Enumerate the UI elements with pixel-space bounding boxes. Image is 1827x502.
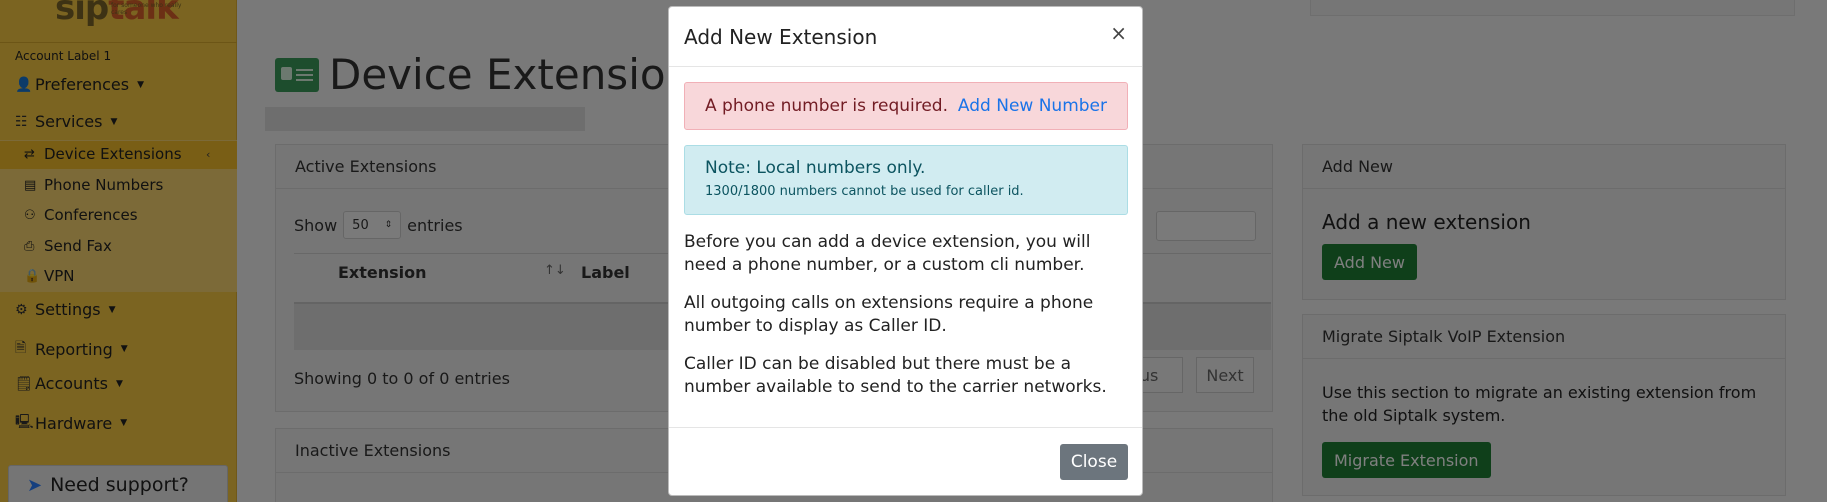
alert-info: Note: Local numbers only. 1300/1800 numb… — [684, 145, 1128, 215]
info-detail: 1300/1800 numbers cannot be used for cal… — [705, 184, 1024, 199]
modal-paragraph: Caller ID can be disabled but there must… — [684, 354, 1107, 397]
divider — [669, 427, 1142, 428]
add-extension-modal: Add New Extension × A phone number is re… — [668, 6, 1143, 496]
close-button[interactable]: Close — [1060, 444, 1128, 480]
modal-paragraph: All outgoing calls on extensions require… — [684, 293, 1094, 336]
alert-danger: A phone number is required. Add New Numb… — [684, 82, 1128, 130]
alert-text: A phone number is required. — [705, 96, 949, 116]
add-new-number-link[interactable]: Add New Number — [958, 96, 1107, 116]
modal-paragraph: Before you can add a device extension, y… — [684, 232, 1091, 275]
info-heading: Note: Local numbers only. — [705, 158, 926, 178]
close-icon[interactable]: × — [1110, 21, 1127, 45]
modal-header: Add New Extension × — [669, 7, 1142, 67]
modal-title: Add New Extension — [684, 24, 878, 49]
